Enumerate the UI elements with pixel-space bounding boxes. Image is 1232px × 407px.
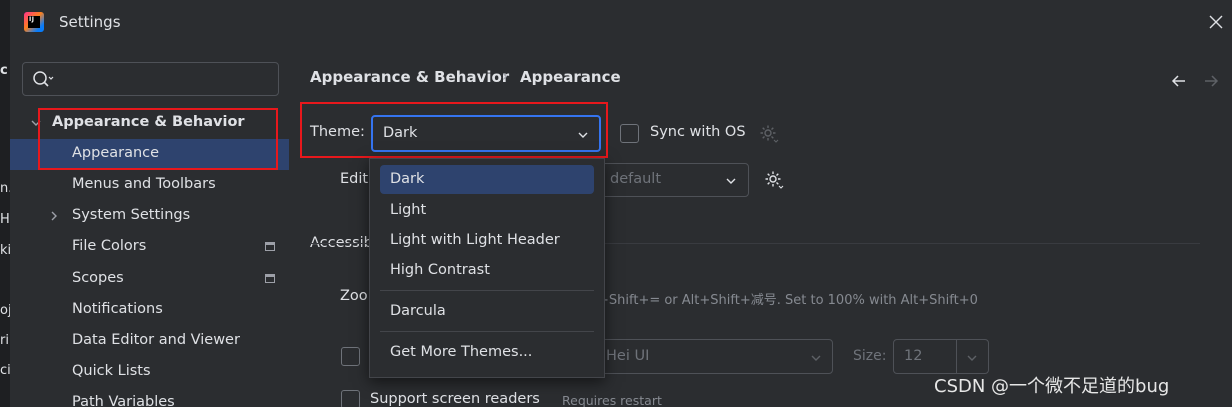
breadcrumb-separator: › bbox=[502, 67, 508, 85]
window-title: Settings bbox=[59, 13, 121, 31]
csdn-watermark: CSDN @一个微不足道的bug bbox=[934, 376, 1170, 397]
theme-option-high-contrast[interactable]: High Contrast bbox=[380, 256, 594, 285]
sidebar-item-data-editor[interactable]: Data Editor and Viewer bbox=[10, 326, 289, 357]
use-custom-font-checkbox[interactable] bbox=[341, 347, 360, 366]
chevron-down-icon bbox=[967, 355, 977, 361]
sidebar-item-label: Appearance & Behavior bbox=[52, 114, 245, 130]
theme-options-popup: Dark Light Light with Light Header High … bbox=[369, 158, 605, 378]
intellij-logo-icon: IJ bbox=[24, 12, 44, 32]
sidebar-item-label: Notifications bbox=[72, 301, 163, 317]
forward-arrow-icon[interactable] bbox=[1203, 73, 1219, 89]
sidebar-item-label: File Colors bbox=[72, 238, 147, 254]
theme-option-dark[interactable]: Dark bbox=[380, 165, 594, 194]
font-dropdown-value: Hei UI bbox=[606, 348, 650, 364]
chevron-right-icon[interactable] bbox=[48, 210, 60, 222]
gear-icon[interactable] bbox=[764, 170, 784, 190]
theme-dropdown[interactable]: Dark bbox=[371, 115, 601, 152]
ide-fragment: ci bbox=[0, 363, 10, 378]
screen-readers-checkbox[interactable] bbox=[341, 390, 360, 407]
ide-fragment: n.i bbox=[0, 181, 10, 196]
breadcrumb-parent[interactable]: Appearance & Behavior bbox=[310, 68, 509, 86]
project-level-icon bbox=[265, 274, 275, 283]
search-icon bbox=[33, 71, 54, 87]
sidebar-item-scopes[interactable]: Scopes bbox=[10, 264, 289, 295]
sidebar-item-appearance[interactable]: Appearance bbox=[10, 139, 289, 170]
sidebar-item-appearance-behavior[interactable]: Appearance & Behavior bbox=[10, 108, 289, 139]
sidebar-item-label: Quick Lists bbox=[72, 363, 151, 379]
sidebar-item-file-colors[interactable]: File Colors bbox=[10, 232, 289, 263]
ide-fragment: oj bbox=[0, 303, 10, 318]
chevron-down-icon bbox=[578, 132, 588, 138]
theme-option-light[interactable]: Light bbox=[380, 196, 594, 225]
chevron-down-icon bbox=[726, 178, 736, 184]
chevron-down-icon bbox=[811, 355, 821, 361]
size-value: 12 bbox=[904, 348, 923, 364]
option-label: Light with Light Header bbox=[390, 232, 560, 248]
size-combo[interactable]: 12 bbox=[893, 339, 989, 374]
project-level-icon bbox=[265, 242, 275, 251]
sidebar-item-notifications[interactable]: Notifications bbox=[10, 295, 289, 326]
ide-fragment: c bbox=[0, 63, 8, 78]
option-label: High Contrast bbox=[390, 262, 490, 278]
sidebar-item-label: Appearance bbox=[72, 145, 160, 161]
sidebar-item-path-variables[interactable]: Path Variables bbox=[10, 388, 289, 407]
chevron-down-icon[interactable] bbox=[30, 117, 42, 129]
settings-search-input[interactable] bbox=[22, 62, 279, 96]
option-label: Light bbox=[390, 202, 427, 218]
screen-readers-label: Support screen readers bbox=[370, 391, 540, 407]
sidebar-item-label: System Settings bbox=[72, 207, 191, 223]
theme-dropdown-value: Dark bbox=[383, 125, 418, 141]
sync-with-os-checkbox[interactable] bbox=[620, 124, 639, 143]
sidebar-item-label: Data Editor and Viewer bbox=[72, 332, 240, 348]
editor-scheme-label: Edit bbox=[340, 171, 369, 187]
sync-with-os-label: Sync with OS bbox=[650, 124, 746, 140]
sidebar-item-label: Menus and Toolbars bbox=[72, 176, 216, 192]
back-arrow-icon[interactable] bbox=[1171, 73, 1187, 89]
popup-separator bbox=[380, 290, 594, 291]
sidebar-item-system-settings[interactable]: System Settings bbox=[10, 201, 289, 232]
gear-icon[interactable] bbox=[759, 124, 779, 144]
editor-scheme-value: default bbox=[610, 171, 662, 187]
zoom-label: Zoo bbox=[340, 288, 368, 304]
theme-label: Theme: bbox=[310, 124, 365, 140]
ide-fragment: ki bbox=[0, 243, 10, 258]
sidebar-item-menus-toolbars[interactable]: Menus and Toolbars bbox=[10, 170, 289, 201]
requires-restart-hint: Requires restart bbox=[562, 393, 662, 407]
title-bar bbox=[10, 0, 1232, 46]
sidebar-item-label: Scopes bbox=[72, 270, 124, 286]
popup-separator bbox=[380, 331, 594, 332]
ide-fragment: He bbox=[0, 212, 10, 227]
option-label: Darcula bbox=[390, 303, 446, 319]
option-label: Get More Themes... bbox=[390, 344, 533, 360]
ide-background-strip: c n.i He ki oj ri ci bbox=[0, 0, 10, 407]
ide-fragment: ri bbox=[0, 333, 9, 348]
theme-option-darcula[interactable]: Darcula bbox=[380, 297, 594, 326]
sidebar-item-quick-lists[interactable]: Quick Lists bbox=[10, 357, 289, 388]
get-more-themes-link[interactable]: Get More Themes... bbox=[380, 338, 594, 367]
theme-option-light-header[interactable]: Light with Light Header bbox=[380, 226, 594, 255]
combo-divider bbox=[956, 340, 957, 373]
zoom-hint: +Shift+= or Alt+Shift+减号. Set to 100% wi… bbox=[598, 293, 978, 308]
sidebar-item-label: Path Variables bbox=[72, 394, 175, 407]
option-label: Dark bbox=[390, 171, 425, 187]
breadcrumb-current: Appearance bbox=[520, 68, 621, 86]
close-icon[interactable] bbox=[1208, 14, 1224, 30]
size-label: Size: bbox=[853, 348, 887, 364]
